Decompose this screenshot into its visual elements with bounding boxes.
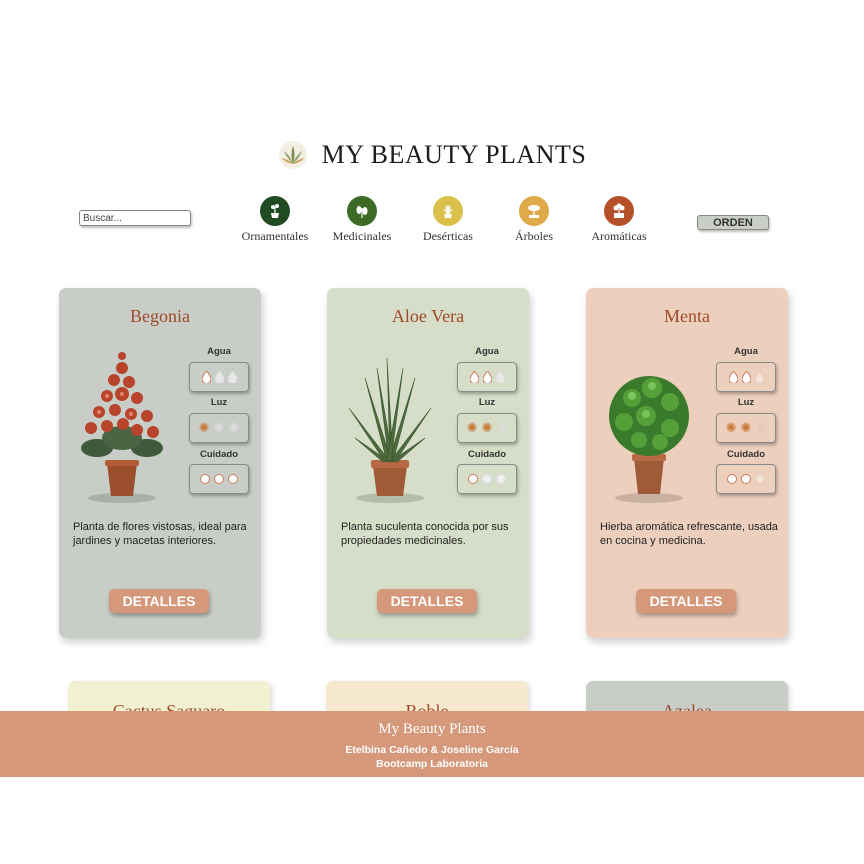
search-input[interactable] bbox=[79, 210, 191, 226]
water-meter bbox=[189, 362, 249, 392]
footer-title: My Beauty Plants bbox=[378, 721, 486, 737]
light-meter: ✺ ✺ ✺ bbox=[457, 413, 517, 443]
water-label: Agua bbox=[207, 346, 231, 357]
drop-icon bbox=[495, 371, 505, 383]
category-label: Ornamentales bbox=[241, 229, 309, 243]
sun-icon: ✺ bbox=[725, 420, 737, 435]
light-meter: ✺ ✺ ✺ bbox=[189, 413, 249, 443]
water-meter bbox=[716, 362, 776, 392]
card-title: Begonia bbox=[130, 306, 190, 326]
light-label: Luz bbox=[210, 397, 228, 408]
care-label: Cuidado bbox=[200, 449, 238, 460]
card-description: Planta suculenta conocida por sus propie… bbox=[341, 521, 509, 547]
sun-icon: ✺ bbox=[213, 420, 225, 435]
sun-icon: ✺ bbox=[755, 420, 767, 435]
care-meter bbox=[457, 464, 517, 494]
card-description: Planta de flores vistosas, ideal para ja… bbox=[73, 521, 247, 547]
sun-icon: ✺ bbox=[740, 420, 752, 435]
care-dot-icon bbox=[727, 474, 737, 484]
aloe-plant-image bbox=[348, 357, 432, 503]
care-meter bbox=[716, 464, 776, 494]
category-label: Medicinales bbox=[332, 229, 392, 243]
category-ornamentales[interactable]: Ornamentales bbox=[230, 196, 320, 244]
potted-plant-icon bbox=[260, 196, 290, 226]
plant-card-begonia: Begonia Agua Luz ✺ ✺ ✺ Cuidado Planta de… bbox=[59, 288, 261, 638]
category-label: Desérticas bbox=[423, 229, 473, 243]
sun-icon: ✺ bbox=[228, 420, 240, 435]
care-dot-icon bbox=[482, 474, 492, 484]
succulent-icon bbox=[433, 196, 463, 226]
care-dot-icon bbox=[755, 474, 765, 484]
category-label: Árboles bbox=[515, 229, 553, 243]
sun-icon: ✺ bbox=[481, 420, 493, 435]
mint-plant-image bbox=[609, 376, 689, 503]
light-label: Luz bbox=[737, 397, 755, 408]
footer-authors: Etelbina Cañedo & Joseline García bbox=[345, 744, 519, 756]
details-button[interactable]: DETALLES bbox=[377, 589, 477, 613]
drop-icon bbox=[482, 371, 492, 383]
herb-leaf-icon bbox=[347, 196, 377, 226]
category-medicinales[interactable]: Medicinales bbox=[317, 196, 407, 244]
drop-icon bbox=[754, 371, 764, 383]
light-meter: ✺ ✺ ✺ bbox=[716, 413, 776, 443]
care-dot-icon bbox=[496, 474, 506, 484]
order-button[interactable]: ORDEN bbox=[697, 215, 769, 230]
drop-icon bbox=[227, 371, 237, 383]
aloe-leaf-icon bbox=[278, 141, 307, 169]
category-aromaticas[interactable]: Aromáticas bbox=[574, 196, 664, 244]
sun-icon: ✺ bbox=[496, 420, 508, 435]
site-header: MY BEAUTY PLANTS bbox=[0, 140, 864, 170]
sun-icon: ✺ bbox=[466, 420, 478, 435]
care-label: Cuidado bbox=[727, 449, 765, 460]
drop-icon bbox=[214, 371, 224, 383]
details-button[interactable]: DETALLES bbox=[636, 589, 736, 613]
site-footer: My Beauty Plants Etelbina Cañedo & Josel… bbox=[0, 711, 864, 777]
light-label: Luz bbox=[478, 397, 496, 408]
card-description: Hierba aromática refrescante, usada en c… bbox=[600, 521, 778, 547]
care-dot-icon bbox=[468, 474, 478, 484]
drop-icon bbox=[741, 371, 751, 383]
care-dot-icon bbox=[200, 474, 210, 484]
footer-program: Bootcamp Laboratoria bbox=[375, 758, 488, 770]
drop-icon bbox=[728, 371, 738, 383]
details-button[interactable]: DETALLES bbox=[109, 589, 209, 613]
sun-icon: ✺ bbox=[198, 420, 210, 435]
page-title: MY BEAUTY PLANTS bbox=[321, 140, 587, 169]
bonsai-icon bbox=[519, 196, 549, 226]
card-title: Menta bbox=[664, 306, 710, 326]
category-arboles[interactable]: Árboles bbox=[489, 196, 579, 244]
care-meter bbox=[189, 464, 249, 494]
water-label: Agua bbox=[475, 346, 499, 357]
care-dot-icon bbox=[228, 474, 238, 484]
care-dot-icon bbox=[214, 474, 224, 484]
water-label: Agua bbox=[734, 346, 758, 357]
care-label: Cuidado bbox=[468, 449, 506, 460]
category-deserticas[interactable]: Desérticas bbox=[403, 196, 493, 244]
water-meter bbox=[457, 362, 517, 392]
begonia-plant-image bbox=[81, 352, 163, 503]
plant-card-aloe-vera: Aloe Vera Agua Luz ✺ ✺ ✺ Cuidado Planta … bbox=[327, 288, 529, 638]
plant-card-menta: Menta Agua Luz ✺ ✺ ✺ Cuidado Hierba arom… bbox=[586, 288, 788, 638]
category-label: Aromáticas bbox=[591, 229, 647, 243]
aromatic-bush-icon bbox=[604, 196, 634, 226]
drop-icon bbox=[201, 371, 211, 383]
card-title: Aloe Vera bbox=[391, 306, 465, 326]
care-dot-icon bbox=[741, 474, 751, 484]
drop-icon bbox=[469, 371, 479, 383]
